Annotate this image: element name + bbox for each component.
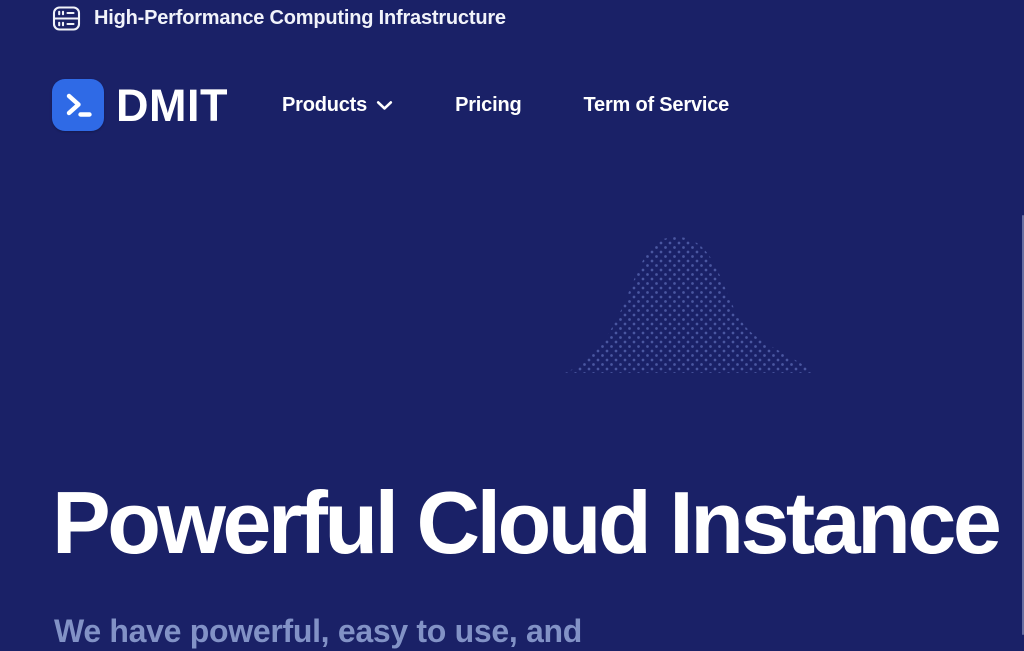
terminal-prompt-icon: [52, 79, 104, 131]
nav-item-pricing[interactable]: Pricing: [455, 94, 521, 117]
nav-item-products-label: Products: [282, 94, 367, 117]
hero-subtitle: We have powerful, easy to use, and: [54, 611, 582, 651]
announcement-bar: High-Performance Computing Infrastructur…: [52, 5, 506, 32]
server-icon: [52, 5, 81, 32]
main-header: DMIT Products Pricing Term of Service: [52, 79, 984, 131]
hero-title: Powerful Cloud Instance: [52, 479, 998, 567]
chevron-down-icon: [376, 100, 393, 111]
dotted-cloud-decoration: [560, 232, 818, 379]
nav-item-term-of-service-label: Term of Service: [583, 94, 729, 117]
page: { "announcement": { "label": "High-Perfo…: [0, 0, 1024, 635]
announcement-text: High-Performance Computing Infrastructur…: [94, 7, 506, 30]
nav-item-products[interactable]: Products: [282, 94, 393, 117]
brand-name: DMIT: [116, 83, 228, 128]
nav-item-term-of-service[interactable]: Term of Service: [583, 94, 729, 117]
nav-item-pricing-label: Pricing: [455, 94, 521, 117]
brand-logo[interactable]: DMIT: [52, 79, 228, 131]
main-nav: Products Pricing Term of Service: [282, 94, 729, 117]
